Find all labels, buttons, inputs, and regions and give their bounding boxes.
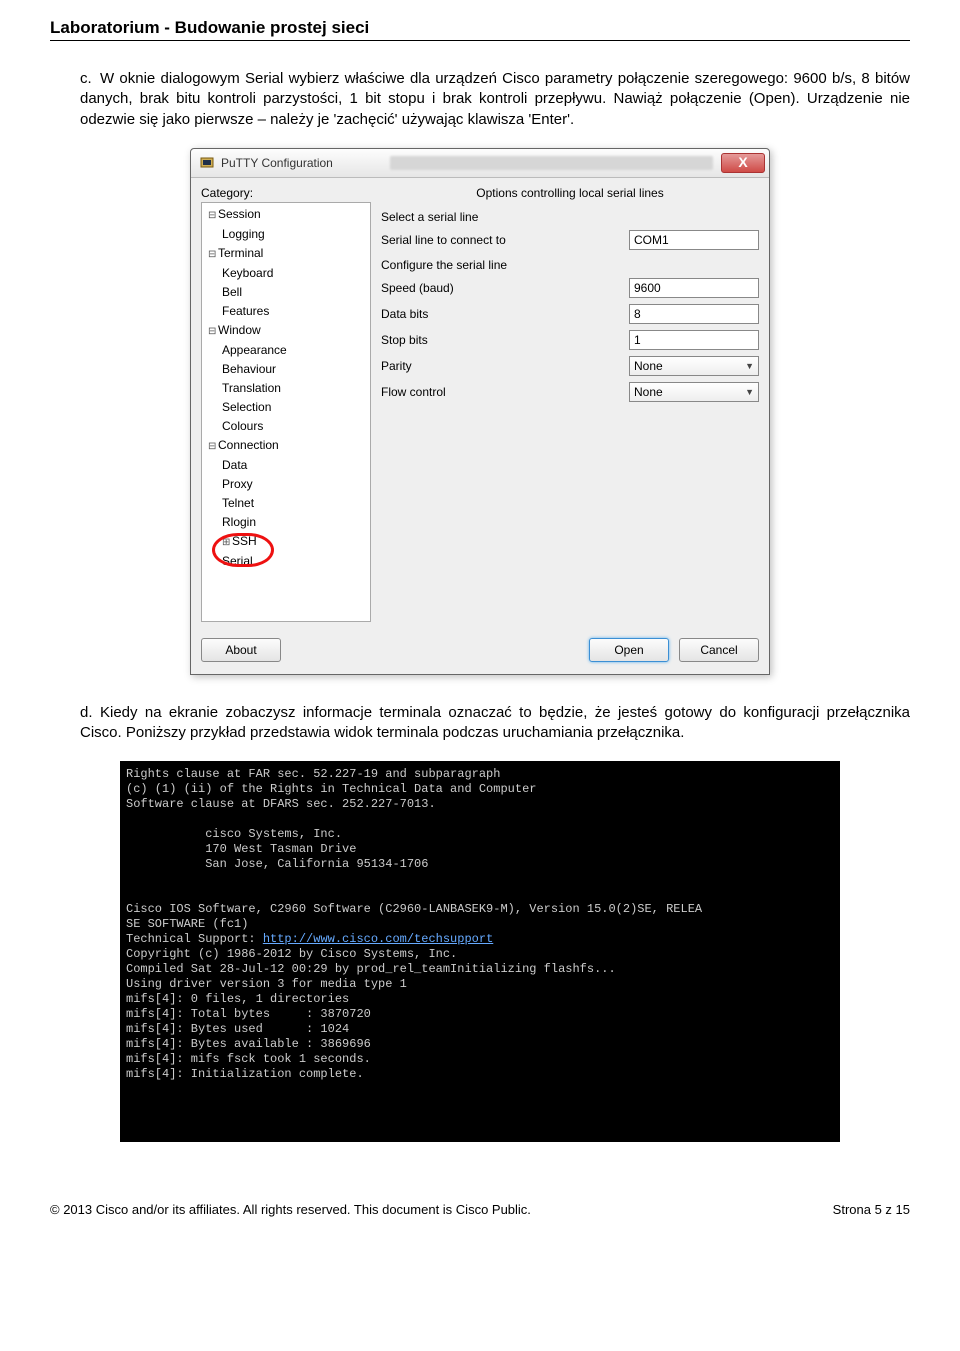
collapse-icon[interactable]: ⊟ (208, 437, 218, 456)
tree-connection[interactable]: Connection (218, 438, 279, 452)
stopbits-input[interactable] (629, 330, 759, 350)
putty-icon (199, 155, 215, 171)
paragraph-d: d.Kiedy na ekranie zobaczysz informacje … (50, 703, 910, 744)
doc-title: Laboratorium - Budowanie prostej sieci (50, 18, 910, 41)
speed-input[interactable] (629, 278, 759, 298)
serial-options-panel: Options controlling local serial lines S… (381, 186, 759, 622)
footer-page-number: Strona 5 z 15 (833, 1202, 910, 1217)
tree-keyboard[interactable]: Keyboard (222, 266, 273, 280)
flow-combo[interactable]: None ▼ (629, 382, 759, 402)
tree-data[interactable]: Data (222, 458, 247, 472)
tree-window[interactable]: Window (218, 323, 261, 337)
terminal-output: Rights clause at FAR sec. 52.227-19 and … (120, 761, 840, 1142)
cancel-button[interactable]: Cancel (679, 638, 759, 662)
tree-logging[interactable]: Logging (222, 227, 265, 241)
panel-title: Options controlling local serial lines (381, 186, 759, 200)
paragraph-d-text: Kiedy na ekranie zobaczysz informacje te… (80, 704, 910, 741)
tree-rlogin[interactable]: Rlogin (222, 515, 256, 529)
tree-translation[interactable]: Translation (222, 381, 281, 395)
paragraph-c: c.W oknie dialogowym Serial wybierz właś… (50, 69, 910, 130)
serial-line-label: Serial line to connect to (381, 233, 629, 247)
tree-ssh[interactable]: SSH (232, 534, 257, 548)
flow-value: None (634, 385, 663, 399)
collapse-icon[interactable]: ⊟ (208, 322, 218, 341)
tree-proxy[interactable]: Proxy (222, 477, 253, 491)
window-title: PuTTY Configuration (221, 156, 382, 170)
tree-colours[interactable]: Colours (222, 419, 263, 433)
tree-serial[interactable]: Serial (222, 554, 253, 568)
close-button[interactable]: X (721, 153, 765, 173)
configure-serial-group-label: Configure the serial line (381, 258, 759, 272)
category-tree[interactable]: ⊟Session Logging ⊟Terminal Keyboard Bell… (201, 202, 371, 622)
databits-input[interactable] (629, 304, 759, 324)
collapse-icon[interactable]: ⊟ (208, 206, 218, 225)
about-button[interactable]: About (201, 638, 281, 662)
tree-bell[interactable]: Bell (222, 285, 242, 299)
chevron-down-icon: ▼ (745, 387, 754, 397)
flow-label: Flow control (381, 385, 629, 399)
speed-label: Speed (baud) (381, 281, 629, 295)
footer-copyright: © 2013 Cisco and/or its affiliates. All … (50, 1202, 531, 1217)
parity-combo[interactable]: None ▼ (629, 356, 759, 376)
list-letter-c: c. (80, 69, 100, 89)
select-serial-group-label: Select a serial line (381, 210, 759, 224)
blurred-toolbar-placeholder (390, 156, 713, 170)
titlebar: PuTTY Configuration X (191, 149, 769, 178)
tree-session[interactable]: Session (218, 207, 261, 221)
tree-selection[interactable]: Selection (222, 400, 271, 414)
chevron-down-icon: ▼ (745, 361, 754, 371)
expand-icon[interactable]: ⊞ (222, 533, 232, 552)
category-label: Category: (201, 186, 371, 200)
stopbits-label: Stop bits (381, 333, 629, 347)
databits-label: Data bits (381, 307, 629, 321)
tree-terminal[interactable]: Terminal (218, 246, 263, 260)
paragraph-c-text: W oknie dialogowym Serial wybierz właści… (80, 70, 910, 128)
parity-label: Parity (381, 359, 629, 373)
collapse-icon[interactable]: ⊟ (208, 245, 218, 264)
putty-config-window: PuTTY Configuration X Category: ⊟Session… (190, 148, 770, 675)
tree-appearance[interactable]: Appearance (222, 343, 287, 357)
tree-features[interactable]: Features (222, 304, 269, 318)
tree-telnet[interactable]: Telnet (222, 496, 254, 510)
list-letter-d: d. (80, 703, 100, 723)
parity-value: None (634, 359, 663, 373)
serial-line-input[interactable] (629, 230, 759, 250)
open-button[interactable]: Open (589, 638, 669, 662)
tree-behaviour[interactable]: Behaviour (222, 362, 276, 376)
page-footer: © 2013 Cisco and/or its affiliates. All … (50, 1182, 910, 1217)
techsupport-link[interactable]: http://www.cisco.com/techsupport (263, 932, 493, 946)
